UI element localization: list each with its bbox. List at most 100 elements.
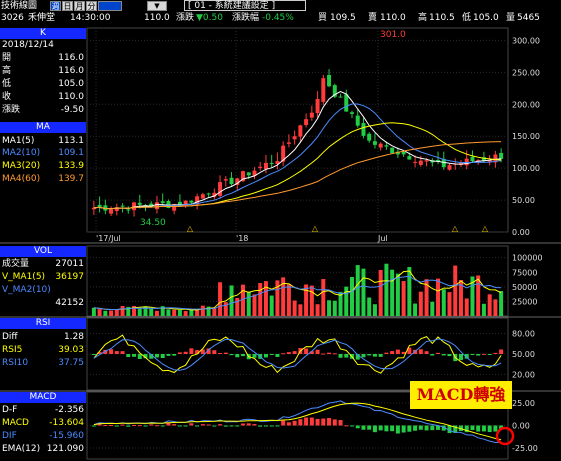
rsi-diff-bar: [361, 354, 366, 358]
macd-hist-bar: [418, 425, 423, 430]
volume-bar: [321, 279, 326, 316]
macd-signal-tag: MACD轉強: [410, 381, 512, 409]
rsi-diff-bar: [241, 354, 246, 357]
macd-hist-bar: [355, 425, 360, 429]
rsi-diff-bar: [177, 352, 182, 354]
volume-bar: [332, 300, 337, 316]
rsi-diff-bar: [252, 354, 257, 358]
candle-body: [378, 143, 383, 148]
candle-body: [109, 209, 114, 214]
macd-hist-bar: [476, 425, 481, 432]
macd-hist-bar: [493, 425, 498, 432]
volume-bar: [441, 289, 446, 316]
macd-hist-bar: [241, 423, 246, 426]
macd-hist-bar: [109, 424, 114, 426]
rsi-diff-bar: [493, 352, 498, 354]
signal-marker-icon: △: [482, 224, 489, 233]
rsi-diff-bar: [372, 354, 377, 357]
candle-body: [218, 182, 223, 196]
rsi-y-tick: 20.00: [512, 370, 535, 379]
rsi-diff-bar: [114, 351, 119, 354]
macd-hist-bar: [470, 425, 475, 431]
volume-bar: [114, 309, 119, 316]
candle-body: [418, 160, 423, 165]
price-y-tick: 50.00: [512, 196, 535, 205]
rsi-diff-bar: [154, 354, 159, 358]
volume-bar: [407, 267, 412, 316]
price-y-tick: 300.00: [512, 36, 540, 45]
ma-line: [93, 141, 502, 210]
volume-bar: [390, 269, 395, 316]
candle-body: [126, 209, 131, 211]
ma-line: [93, 90, 502, 210]
rsi-diff-bar: [137, 354, 142, 359]
rsi-diff-bar: [441, 354, 446, 356]
candle-body: [200, 194, 205, 199]
rsi-diff-bar: [430, 354, 435, 356]
volume-bar: [172, 309, 177, 316]
rsi-diff-bar: [160, 354, 165, 359]
candle-body: [413, 161, 418, 163]
rsi-diff-bar: [109, 349, 114, 354]
volume-bar: [298, 304, 303, 316]
volume-bar: [97, 309, 102, 316]
candle-body: [263, 162, 268, 170]
macd-hist-bar: [286, 422, 291, 426]
volume-bar: [109, 310, 114, 316]
macd-hist-bar: [195, 425, 200, 427]
candle-body: [401, 151, 406, 155]
volume-bar: [292, 300, 297, 316]
volume-bar: [103, 310, 108, 316]
candle-body: [499, 152, 504, 159]
macd-hist-bar: [252, 424, 257, 426]
candle-body: [286, 142, 291, 144]
rsi-diff-bar: [218, 353, 223, 355]
rsi-diff-bar: [332, 353, 337, 355]
volume-bar: [464, 298, 469, 316]
rsi-diff-bar: [132, 354, 137, 357]
price-y-tick: 150.00: [512, 132, 540, 141]
macd-hist-bar: [258, 425, 263, 427]
volume-bar: [241, 284, 246, 316]
volume-bar: [487, 294, 492, 316]
rsi-diff-bar: [447, 354, 452, 357]
candle-body: [246, 172, 251, 176]
candle-body: [137, 202, 142, 205]
rsi-diff-bar: [172, 354, 177, 356]
volume-bar: [430, 301, 435, 316]
macd-hist-bar: [321, 418, 326, 426]
vol-y-tick: 25000: [512, 297, 537, 306]
rsi-diff-bar: [395, 349, 400, 354]
macd-hist-bar: [430, 425, 435, 431]
candle-body: [315, 99, 320, 114]
volume-bar: [384, 263, 389, 316]
candle-body: [120, 205, 125, 207]
price-y-tick: 250.00: [512, 68, 540, 77]
ma-line: [93, 122, 502, 210]
macd-hist-bar: [246, 423, 251, 426]
macd-hist-bar: [235, 425, 240, 427]
volume-bar: [355, 265, 360, 316]
volume-bar: [395, 273, 400, 316]
macd-hist-bar: [338, 420, 343, 426]
volume-bar: [499, 291, 504, 316]
rsi-diff-bar: [499, 349, 504, 354]
rsi-y-tick: 80.00: [512, 330, 535, 339]
candle-body: [183, 200, 188, 207]
macd-hist-bar: [212, 425, 217, 427]
rsi-diff-bar: [126, 354, 131, 358]
candle-body: [304, 119, 309, 125]
macd-hist-bar: [390, 425, 395, 432]
candle-body: [206, 193, 211, 195]
rsi-diff-bar: [286, 352, 291, 354]
macd-hist-bar: [367, 425, 372, 430]
candle-body: [390, 147, 395, 154]
rsi-diff-bar: [436, 352, 441, 354]
macd-hist-bar: [298, 419, 303, 426]
candle-body: [321, 78, 326, 102]
signal-marker-icon: △: [452, 224, 459, 233]
rsi-diff-bar: [183, 351, 188, 354]
candle-body: [355, 115, 360, 126]
rsi-diff-bar: [418, 349, 423, 354]
rsi-diff-bar: [166, 354, 171, 356]
